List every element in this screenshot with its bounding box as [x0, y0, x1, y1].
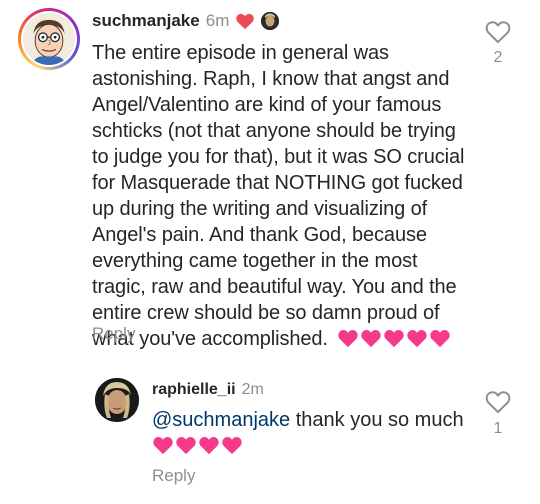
comment-like-heart-icon[interactable] — [485, 20, 511, 44]
pink-heart-emoji-icon — [384, 330, 405, 348]
comment-reply-button[interactable]: Reply — [92, 324, 135, 344]
commenter-avatar[interactable] — [18, 8, 80, 70]
comment-like-count: 2 — [493, 49, 503, 66]
pink-heart-emoji-icon — [199, 437, 219, 455]
pink-heart-emoji-icon — [153, 437, 173, 455]
reply-username[interactable]: raphielle_ii — [152, 381, 236, 399]
reply-text: thank you so much — [290, 409, 464, 431]
reply-header: raphielle_ii 2m — [152, 381, 264, 399]
pink-heart-emoji-icon — [430, 330, 451, 348]
reply-text-block: @suchmanjake thank you so much — [152, 407, 472, 459]
comment-text: The entire episode in general was astoni… — [92, 42, 465, 350]
reply-like-count: 1 — [493, 420, 503, 437]
reply-avatar[interactable] — [95, 378, 139, 422]
pink-heart-emoji-icon — [361, 330, 382, 348]
pink-heart-emoji-icon — [222, 437, 242, 455]
comment-text-block: The entire episode in general was astoni… — [92, 40, 472, 352]
author-liked-heart-icon — [236, 13, 255, 30]
pink-heart-emoji-icon — [338, 330, 359, 348]
heart-emoji-group — [337, 328, 451, 348]
comment-header: suchmanjake 6m — [92, 11, 280, 31]
pink-heart-emoji-icon — [176, 437, 196, 455]
reply-mention-link[interactable]: @suchmanjake — [152, 409, 290, 431]
reply-reply-button[interactable]: Reply — [152, 466, 195, 486]
reply-like-heart-icon[interactable] — [485, 390, 511, 414]
reply-time: 2m — [241, 381, 264, 398]
pink-heart-emoji-icon — [407, 330, 428, 348]
comment-username[interactable]: suchmanjake — [92, 11, 200, 31]
comment-time: 6m — [205, 11, 230, 30]
reply-heart-emoji-group — [152, 435, 243, 455]
author-mini-avatar — [261, 12, 280, 30]
